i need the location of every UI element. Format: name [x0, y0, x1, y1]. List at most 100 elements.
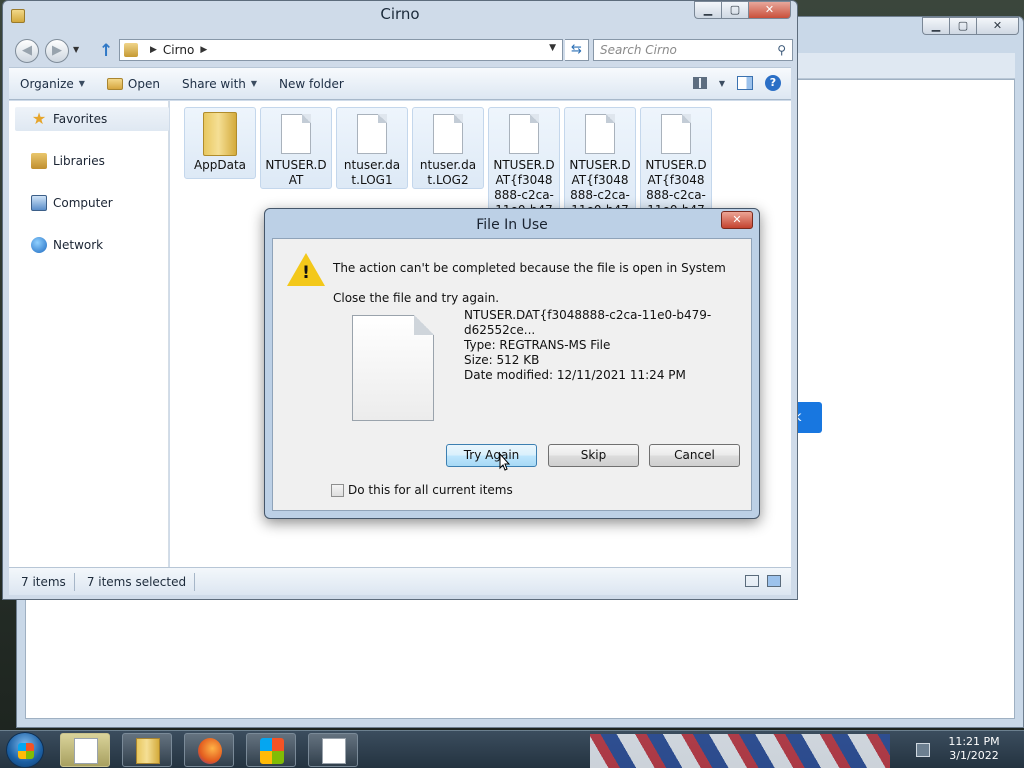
window-title: Cirno	[380, 5, 420, 23]
document-icon	[352, 315, 434, 421]
nav-item-label: Computer	[53, 196, 113, 210]
document-icon	[357, 114, 387, 154]
firefox-icon	[198, 738, 222, 764]
libraries-icon	[31, 153, 47, 169]
details-view-icon[interactable]	[745, 575, 759, 587]
start-button[interactable]	[6, 732, 44, 768]
minimize-icon[interactable]: ▁	[922, 17, 949, 35]
file-name: ntuser.dat.LOG2	[419, 158, 477, 187]
minimize-icon[interactable]: ▁	[694, 1, 721, 19]
warning-exclamation: !	[302, 263, 310, 283]
share-with-label: Share with	[181, 76, 246, 91]
file-name: AppData	[193, 158, 247, 172]
navigation-pane: ★ Favorites Libraries Computer Network	[9, 101, 169, 567]
skip-button[interactable]: Skip	[548, 444, 639, 467]
file-item[interactable]: ntuser.dat.LOG1	[336, 107, 408, 189]
close-icon[interactable]: ✕	[976, 17, 1019, 35]
search-placeholder: Search Cirno	[600, 43, 677, 57]
checkbox-label: Do this for all current items	[348, 483, 513, 497]
nav-item-favorites[interactable]: ★ Favorites	[15, 107, 169, 131]
document-icon	[661, 114, 691, 154]
maximize-icon[interactable]: ▢	[721, 1, 748, 19]
folder-icon	[203, 112, 237, 156]
user-folder-icon	[124, 43, 138, 57]
nav-item-label: Libraries	[53, 154, 105, 168]
taskbar-firefox[interactable]	[184, 733, 234, 767]
dialog-title: File In Use	[476, 217, 548, 233]
file-item[interactable]: ntuser.dat.LOG2	[412, 107, 484, 189]
address-dropdown-icon[interactable]: ▼	[549, 43, 556, 53]
dialog-close-button[interactable]: ✕	[721, 211, 753, 229]
close-icon[interactable]: ✕	[748, 1, 791, 19]
navigation-row: ◀ ▶ ▼ ↑ ▶ Cirno ▶ ▼ ⇆ Search Cirno ⚲	[11, 37, 793, 63]
breadcrumb-chevron-icon[interactable]: ▶	[150, 45, 157, 55]
taskbar-notepad[interactable]	[60, 733, 110, 767]
file-item[interactable]: NTUSER.DAT{f3048888-c2ca-11e0-b479-d62	[640, 107, 712, 221]
cancel-button[interactable]: Cancel	[649, 444, 740, 467]
up-arrow-icon[interactable]: ↑	[99, 41, 113, 61]
search-input[interactable]: Search Cirno ⚲	[593, 39, 793, 61]
open-folder-icon	[106, 77, 123, 90]
item-count: 7 items	[9, 572, 75, 591]
maximize-icon[interactable]: ▢	[949, 17, 976, 35]
organize-label: Organize	[20, 76, 74, 91]
toolbar-right-group: ▼ ?	[692, 75, 781, 91]
clock-time: 11:21 PM	[948, 735, 1000, 748]
address-bar[interactable]: ▶ Cirno ▶ ▼	[119, 39, 563, 61]
forward-button[interactable]: ▶	[45, 39, 69, 63]
nav-item-computer[interactable]: Computer	[15, 191, 169, 215]
try-again-button[interactable]: Try Again	[446, 444, 537, 467]
search-icon[interactable]: ⚲	[777, 40, 786, 60]
organize-button[interactable]: Organize ▼	[9, 68, 96, 99]
document-icon	[281, 114, 311, 154]
background-window-controls: ▁ ▢ ✕	[922, 17, 1019, 35]
command-bar: Organize ▼ Open Share with ▼ New folder …	[9, 67, 791, 100]
taskbar-explorer[interactable]	[122, 733, 172, 767]
nav-item-network[interactable]: Network	[15, 233, 169, 257]
file-item[interactable]: NTUSER.DAT{f3048888-c2ca-11e0-b479-d62	[564, 107, 636, 221]
help-icon[interactable]: ?	[765, 75, 781, 91]
preview-pane-icon[interactable]	[737, 76, 753, 90]
taskbar-document[interactable]	[308, 733, 358, 767]
file-name: NTUSER.DAT	[265, 158, 327, 187]
star-icon: ★	[31, 109, 47, 128]
window-controls: ▁ ▢ ✕	[694, 1, 791, 19]
status-view-buttons	[745, 575, 781, 587]
recent-pages-icon[interactable]: ▼	[73, 45, 79, 54]
file-item-appdata[interactable]: AppData	[184, 107, 256, 179]
large-icons-view-icon[interactable]	[767, 575, 781, 587]
checkbox-box[interactable]	[331, 483, 344, 497]
breadcrumb-cirno[interactable]: Cirno	[163, 43, 194, 57]
change-view-icon[interactable]	[692, 77, 707, 89]
chevron-down-icon: ▼	[250, 79, 258, 88]
chevron-down-icon[interactable]: ▼	[719, 79, 725, 88]
new-folder-label: New folder	[279, 76, 344, 91]
status-bar: 7 items 7 items selected	[9, 567, 791, 595]
document-icon	[585, 114, 615, 154]
wallpaper-graphic	[590, 734, 890, 768]
taskbar-windows-app[interactable]	[246, 733, 296, 767]
taskbar-clock[interactable]: 11:21 PM 3/1/2022	[944, 735, 1004, 763]
back-button[interactable]: ◀	[15, 39, 39, 63]
clock-date: 3/1/2022	[949, 749, 999, 762]
dialog-message: The action can't be completed because th…	[333, 261, 726, 275]
notepad-icon	[74, 738, 98, 764]
file-item[interactable]: NTUSER.DAT	[260, 107, 332, 189]
file-item[interactable]: NTUSER.DAT{f3048888-c2ca-11e0-b479-d62	[488, 107, 560, 221]
share-with-button[interactable]: Share with ▼	[171, 68, 268, 99]
windows-logo-icon	[18, 743, 34, 759]
open-label: Open	[127, 76, 160, 91]
do-this-for-all-checkbox[interactable]: Do this for all current items	[331, 483, 513, 497]
refresh-button[interactable]: ⇆	[565, 39, 589, 61]
new-folder-button[interactable]: New folder	[268, 68, 355, 99]
open-button[interactable]: Open	[96, 68, 171, 99]
file-detail-size: Size: 512 KB	[464, 353, 540, 367]
network-tray-icon[interactable]	[916, 743, 930, 757]
document-icon	[509, 114, 539, 154]
file-detail-name: NTUSER.DAT{f3048888-c2ca-11e0-b479-d6255…	[464, 308, 712, 337]
file-name: ntuser.dat.LOG1	[343, 158, 401, 187]
breadcrumb-chevron-icon[interactable]: ▶	[200, 45, 207, 55]
nav-item-libraries[interactable]: Libraries	[15, 149, 169, 173]
file-detail-modified: Date modified: 12/11/2021 11:24 PM	[464, 368, 686, 382]
dialog-hint: Close the file and try again.	[333, 291, 500, 305]
